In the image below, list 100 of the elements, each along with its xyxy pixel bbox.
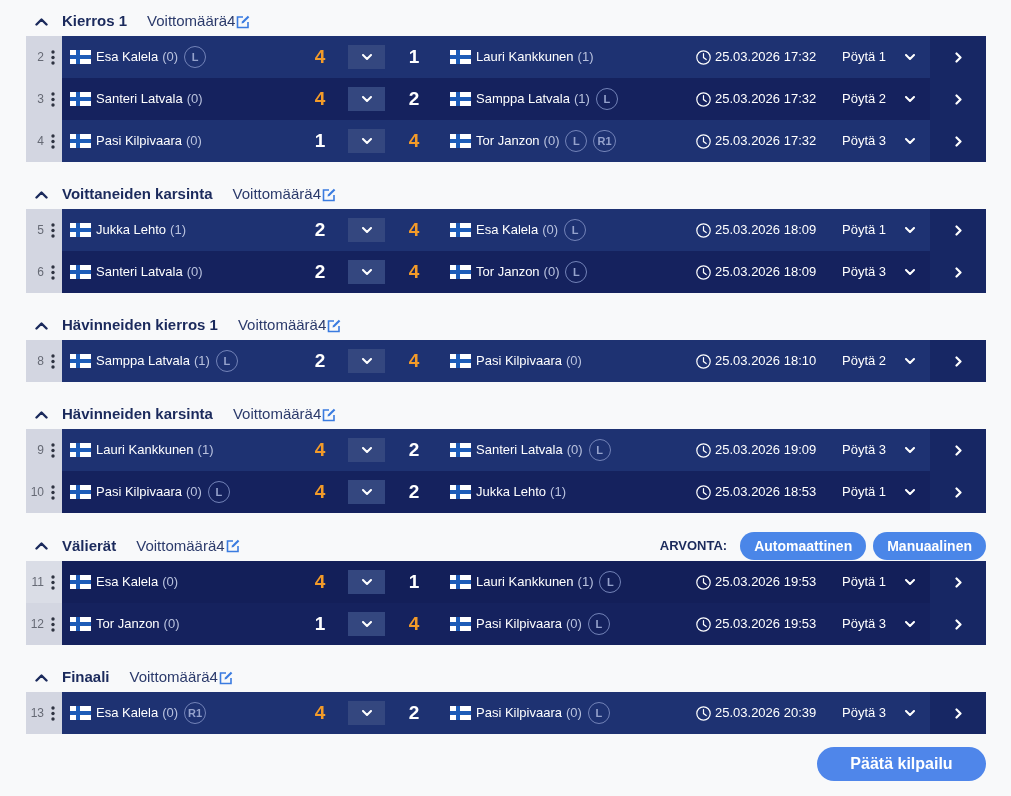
table-select[interactable]: Pöytä 3 [842, 703, 930, 723]
row-number: 12 [30, 616, 44, 633]
caret-up-icon[interactable] [35, 321, 48, 330]
table-select[interactable]: Pöytä 1 [842, 572, 930, 592]
table-select[interactable]: Pöytä 3 [842, 614, 930, 634]
section-title: Hävinneiden kierros 1 [62, 315, 218, 336]
player-record: (0) [162, 573, 179, 592]
caret-up-icon[interactable] [35, 17, 48, 26]
chevron-right-icon [954, 266, 962, 278]
match-datetime: 25.03.2026 19:53 [715, 615, 817, 634]
score-dropdown-button[interactable] [348, 701, 385, 725]
match-datetime: 25.03.2026 17:32 [715, 48, 817, 67]
score-dropdown-button[interactable] [348, 612, 385, 636]
flag-icon [70, 50, 91, 64]
score: 2 [313, 348, 327, 373]
edit-icon[interactable] [225, 539, 240, 553]
kebab-menu-icon[interactable] [51, 222, 55, 238]
score-dropdown-button[interactable] [348, 45, 385, 69]
draw-button[interactable]: Manuaalinen [873, 532, 986, 560]
score: 2 [313, 259, 327, 284]
match-datetime: 25.03.2026 17:32 [715, 132, 817, 151]
flag-icon [70, 706, 91, 720]
clock-icon [696, 49, 711, 65]
edit-icon[interactable] [327, 318, 342, 333]
kebab-menu-icon[interactable] [51, 442, 55, 458]
finish-competition-button[interactable]: Päätä kilpailu [817, 747, 986, 781]
player-name: Tor Janzon [476, 263, 540, 282]
row-number: 10 [30, 484, 44, 501]
flag-icon [70, 575, 91, 589]
score: 4 [407, 128, 421, 153]
clock-icon [696, 705, 711, 721]
match-datetime: 25.03.2026 18:53 [715, 483, 817, 502]
chevron-right-icon [954, 707, 962, 719]
score-dropdown-button[interactable] [348, 218, 385, 242]
score-dropdown-button[interactable] [348, 480, 385, 504]
score: 4 [313, 44, 327, 69]
player-record: (1) [550, 483, 566, 502]
kebab-menu-icon[interactable] [51, 616, 55, 632]
chevron-right-icon [954, 444, 962, 456]
table-select[interactable]: Pöytä 3 [842, 262, 930, 282]
player-name: Santeri Latvala [476, 441, 563, 460]
score-dropdown-button[interactable] [348, 87, 385, 111]
kebab-menu-icon[interactable] [51, 133, 55, 149]
table-select[interactable]: Pöytä 1 [842, 482, 930, 502]
row-number: 3 [37, 91, 44, 108]
table-select[interactable]: Pöytä 2 [842, 351, 930, 371]
flag-icon [450, 92, 471, 106]
kebab-menu-icon[interactable] [51, 49, 55, 65]
score: 2 [407, 437, 421, 462]
flag-icon [450, 223, 471, 237]
flag-icon [450, 575, 471, 589]
kebab-menu-icon[interactable] [51, 264, 55, 280]
draw-button[interactable]: Automaattinen [740, 532, 867, 560]
clock-icon [696, 133, 711, 149]
kebab-menu-icon[interactable] [51, 705, 55, 721]
flag-icon [450, 443, 471, 457]
clock-icon [696, 574, 711, 590]
flag-icon [450, 134, 471, 148]
table-select[interactable]: Pöytä 1 [842, 47, 930, 67]
score-dropdown-button[interactable] [348, 129, 385, 153]
score-dropdown-button[interactable] [348, 438, 385, 462]
table-select[interactable]: Pöytä 1 [842, 220, 930, 240]
player-record: (0) [163, 615, 180, 634]
player-name: Esa Kalela [476, 221, 539, 240]
chevron-down-icon [905, 579, 915, 585]
chevron-down-icon [361, 54, 372, 60]
caret-up-icon[interactable] [35, 673, 48, 682]
player-record: (0) [542, 221, 559, 240]
match-datetime: 25.03.2026 18:10 [715, 352, 817, 371]
score-dropdown-button[interactable] [348, 260, 385, 284]
row-number: 13 [30, 705, 44, 722]
caret-up-icon[interactable] [35, 542, 48, 550]
chevron-right-icon [954, 93, 962, 105]
chevron-down-icon [361, 227, 372, 233]
edit-icon[interactable] [322, 187, 336, 202]
score: 2 [407, 479, 421, 504]
score: 1 [313, 128, 327, 153]
edit-icon[interactable] [322, 407, 337, 422]
kebab-menu-icon[interactable] [51, 353, 55, 369]
kebab-menu-icon[interactable] [51, 484, 55, 500]
table-select[interactable]: Pöytä 3 [842, 440, 930, 460]
player-record: (0) [566, 615, 582, 634]
match-datetime: 25.03.2026 18:09 [715, 263, 817, 282]
edit-icon[interactable] [218, 670, 233, 685]
score-dropdown-button[interactable] [348, 349, 385, 373]
score-dropdown-button[interactable] [348, 570, 385, 594]
kebab-menu-icon[interactable] [51, 574, 55, 590]
score: 4 [407, 217, 421, 242]
player-record: (0) [186, 90, 203, 109]
table-select[interactable]: Pöytä 2 [842, 89, 930, 109]
chevron-down-icon [361, 489, 372, 495]
caret-up-icon[interactable] [35, 190, 48, 199]
clock-icon [696, 442, 711, 458]
flag-icon [70, 617, 91, 631]
section-title: Voittaneiden karsinta [62, 184, 213, 205]
player-name: Santeri Latvala [96, 90, 183, 109]
table-select[interactable]: Pöytä 3 [842, 131, 930, 151]
edit-icon[interactable] [236, 14, 251, 29]
kebab-menu-icon[interactable] [51, 91, 55, 107]
caret-up-icon[interactable] [35, 410, 48, 419]
